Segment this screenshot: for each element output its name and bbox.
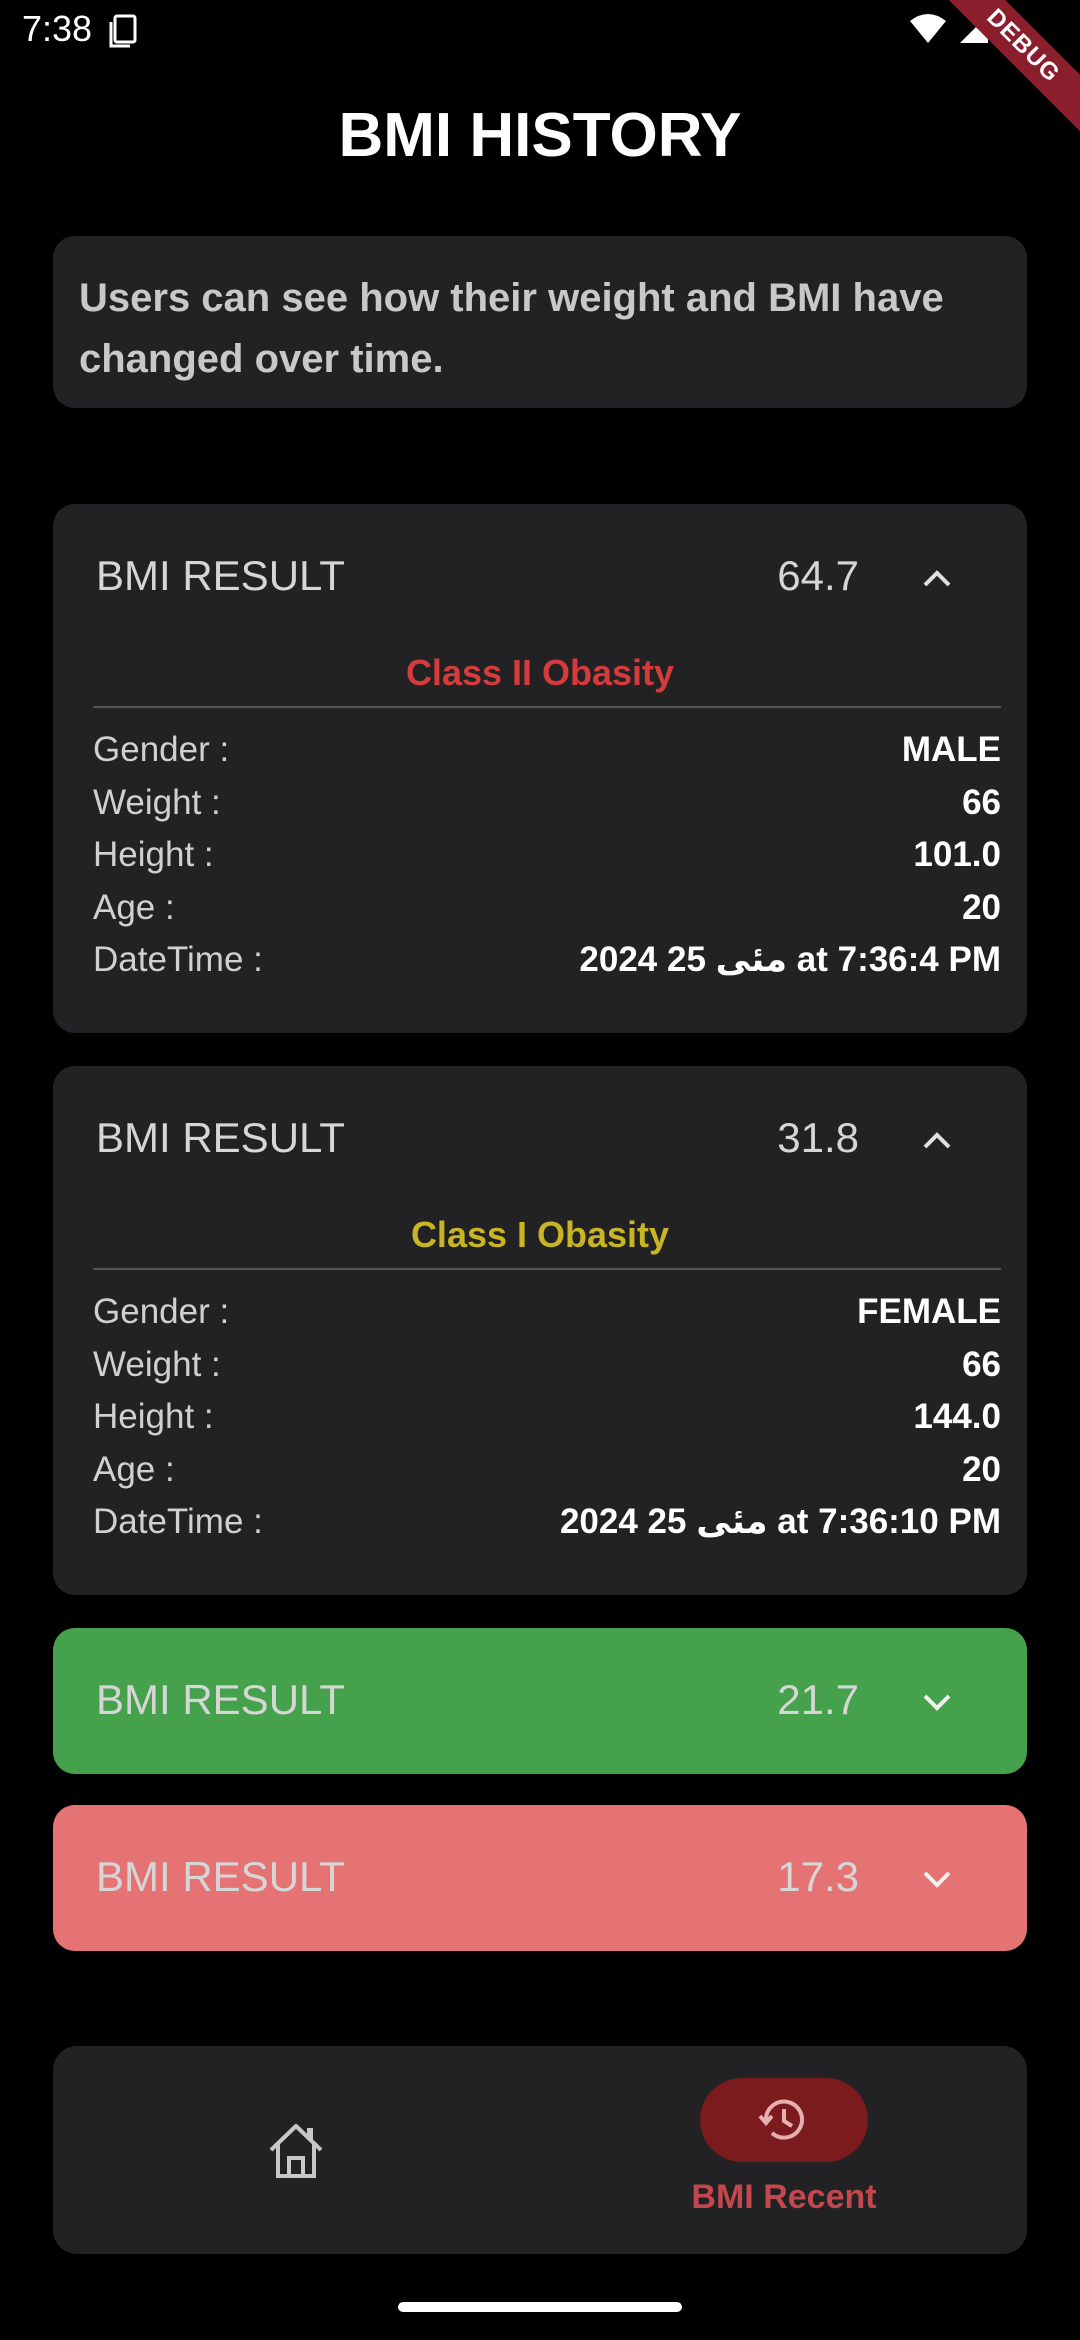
chevron-up-icon[interactable] xyxy=(917,558,957,598)
detail-key: Weight : xyxy=(93,782,221,822)
detail-key: Age : xyxy=(93,887,175,927)
detail-value: MALE xyxy=(901,730,1001,769)
detail-row-height: Height : 101.0 xyxy=(93,835,1001,888)
detail-row-height: Height : 144.0 xyxy=(93,1397,1001,1450)
details-list: Gender : FEMALE Weight : 66 Height : 144… xyxy=(53,1270,1027,1555)
detail-value: 66 xyxy=(962,782,1001,822)
bmi-value: 64.7 xyxy=(777,552,859,599)
result-label: BMI RESULT xyxy=(96,552,345,599)
result-card-header[interactable]: BMI RESULT 17.3 xyxy=(53,1805,1027,1951)
detail-key: Age : xyxy=(93,1449,175,1489)
detail-row-gender: Gender : FEMALE xyxy=(93,1292,1001,1345)
detail-row-weight: Weight : 66 xyxy=(93,783,1001,836)
result-card-header[interactable]: BMI RESULT 31.8 xyxy=(53,1066,1027,1212)
result-card[interactable]: BMI RESULT 21.7 xyxy=(53,1628,1027,1774)
result-card-header[interactable]: BMI RESULT 64.7 xyxy=(53,504,1027,650)
result-label: BMI RESULT xyxy=(96,1853,345,1900)
result-card-header[interactable]: BMI RESULT 21.7 xyxy=(53,1628,1027,1774)
result-card[interactable]: BMI RESULT 17.3 xyxy=(53,1805,1027,1951)
chevron-up-icon[interactable] xyxy=(917,1120,957,1160)
detail-value: 144.0 xyxy=(913,1397,1001,1436)
bmi-value: 17.3 xyxy=(777,1853,859,1900)
detail-row-age: Age : 20 xyxy=(93,1450,1001,1503)
sim-card-icon xyxy=(109,14,137,48)
bmi-value: 21.7 xyxy=(777,1676,859,1723)
detail-row-weight: Weight : 66 xyxy=(93,1345,1001,1398)
info-card: Users can see how their weight and BMI h… xyxy=(53,236,1027,408)
detail-value: 101.0 xyxy=(913,835,1001,874)
bmi-class-label: Class II Obasity xyxy=(405,652,675,693)
history-icon[interactable] xyxy=(756,2092,812,2148)
detail-key: Weight : xyxy=(93,1344,221,1384)
detail-value: 20 xyxy=(962,1449,1001,1489)
status-bar: 7:38 xyxy=(0,0,1080,64)
detail-value: FEMALE xyxy=(857,1292,1001,1331)
detail-value: 2024 25 مئی at 7:36:10 PM xyxy=(559,1502,1001,1541)
details-list: Gender : MALE Weight : 66 Height : 101.0… xyxy=(53,708,1027,993)
bmi-class-label: Class I Obasity xyxy=(410,1214,670,1255)
detail-value: 2024 25 مئی at 7:36:4 PM xyxy=(579,940,1001,979)
detail-key: DateTime : xyxy=(93,1502,263,1541)
chevron-down-icon[interactable] xyxy=(917,1682,957,1722)
page-title: BMI HISTORY xyxy=(338,101,742,170)
detail-key: Height : xyxy=(93,835,214,874)
detail-key: Height : xyxy=(93,1397,214,1436)
home-indicator xyxy=(398,2302,682,2312)
home-icon[interactable] xyxy=(263,2118,329,2184)
detail-row-age: Age : 20 xyxy=(93,888,1001,941)
chevron-down-icon[interactable] xyxy=(917,1859,957,1899)
wifi-icon xyxy=(910,14,946,43)
detail-key: Gender : xyxy=(93,1292,230,1331)
info-text: Users can see how their weight and BMI h… xyxy=(79,276,944,381)
result-label: BMI RESULT xyxy=(96,1114,345,1161)
result-card: BMI RESULT 31.8 Class I Obasity Gender :… xyxy=(53,1066,1027,1595)
detail-row-gender: Gender : MALE xyxy=(93,730,1001,783)
detail-row-datetime: DateTime : 2024 25 مئی at 7:36:4 PM xyxy=(93,940,1001,993)
result-label: BMI RESULT xyxy=(96,1676,345,1723)
bmi-value: 31.8 xyxy=(777,1114,859,1161)
nav-label-bmi-recent[interactable]: BMI Recent xyxy=(633,2178,935,2217)
detail-value: 20 xyxy=(962,887,1001,927)
detail-row-datetime: DateTime : 2024 25 مئی at 7:36:10 PM xyxy=(93,1502,1001,1555)
bottom-navigation: BMI Recent xyxy=(53,2046,1027,2254)
detail-key: Gender : xyxy=(93,730,230,769)
detail-value: 66 xyxy=(962,1344,1001,1384)
result-card: BMI RESULT 64.7 Class II Obasity Gender … xyxy=(53,504,1027,1033)
status-time: 7:38 xyxy=(22,8,93,49)
detail-key: DateTime : xyxy=(93,940,263,979)
